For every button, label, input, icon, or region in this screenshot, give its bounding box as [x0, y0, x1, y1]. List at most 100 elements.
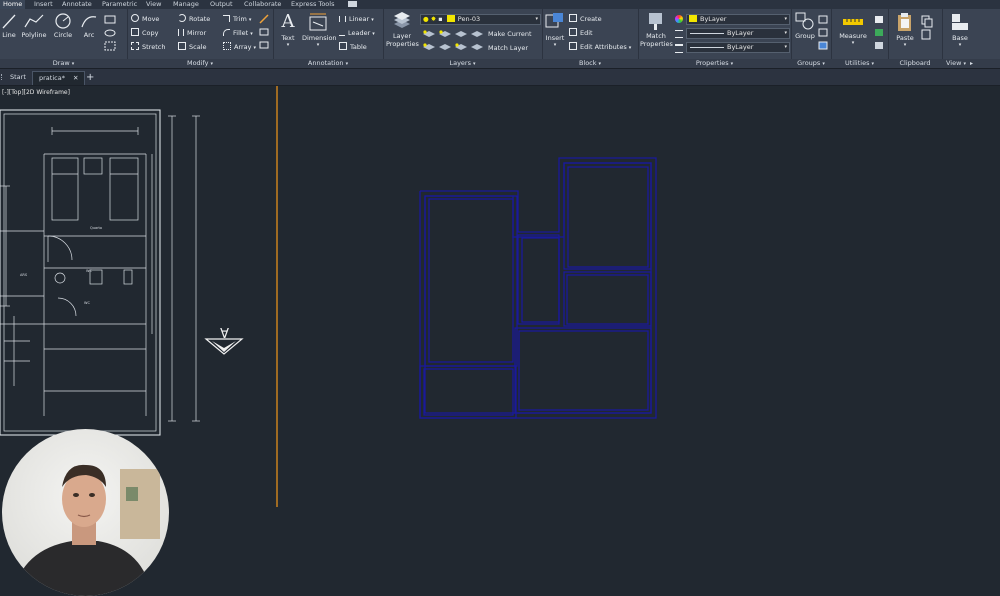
- match-layer-button[interactable]: Match Layer: [488, 43, 528, 53]
- polyline-tool[interactable]: Polyline: [20, 13, 48, 39]
- panel-block: Insert ▾ Create Edit Edit Attributes ▾ Bl…: [542, 9, 639, 68]
- base-view-icon: [952, 14, 968, 30]
- stretch-icon: [131, 42, 139, 50]
- base-view-button[interactable]: Base ▾: [946, 12, 974, 48]
- utilities-extra-icons[interactable]: [874, 15, 885, 51]
- panel-modify: Move Copy Stretch Rotate Mirror Scale Tr…: [127, 9, 274, 68]
- menu-tab-annotate[interactable]: Annotate: [62, 0, 92, 9]
- panel-title-clipboard[interactable]: Clipboard: [888, 59, 942, 68]
- panel-title-view[interactable]: View ▾ ▸: [942, 59, 1000, 68]
- measure-button[interactable]: Measure ▾: [835, 14, 871, 46]
- array-icon: [223, 42, 231, 50]
- tab-pratica[interactable]: pratica* ✕: [32, 71, 86, 85]
- copy-clip-icon[interactable]: [921, 15, 937, 41]
- trim-tool[interactable]: Trim ▾: [223, 14, 251, 24]
- color-wheel-icon: [675, 15, 683, 23]
- menu-tab-home[interactable]: Home: [0, 0, 26, 9]
- panel-title-properties[interactable]: Properties ▾: [638, 59, 791, 68]
- dimension-tool[interactable]: Dimension ▾: [302, 12, 337, 48]
- mirror-tool[interactable]: Mirror: [178, 28, 206, 38]
- chevron-down-icon: ▾: [784, 44, 787, 50]
- menu-bar: Home Insert Annotate Parametric View Man…: [0, 0, 1000, 9]
- ucs-north-arrow-icon: A: [204, 324, 244, 355]
- rectangle-icon[interactable]: [104, 15, 124, 53]
- leader-icon: [339, 30, 345, 36]
- menu-tab-manage[interactable]: Manage: [173, 0, 199, 9]
- move-tool[interactable]: Move: [131, 14, 159, 24]
- array-tool[interactable]: Array ▾: [223, 42, 256, 52]
- arc-tool[interactable]: Arc: [78, 13, 100, 39]
- new-tab-button[interactable]: +: [80, 71, 100, 84]
- line-icon: [2, 14, 16, 29]
- linear-icon: [339, 16, 346, 22]
- reference-floorplan-labels: Quarto WC ARS WC: [20, 226, 102, 305]
- drawing-canvas: Quarto WC ARS WC A: [0, 86, 657, 507]
- menu-tab-parametric[interactable]: Parametric: [102, 0, 137, 9]
- menu-tab-express-tools[interactable]: Express Tools: [291, 0, 334, 9]
- panel-title-block[interactable]: Block ▾: [542, 59, 638, 68]
- svg-text:A: A: [220, 324, 229, 339]
- drawing-viewport[interactable]: [-][Top][2D Wireframe] Quarto WC ARS WC …: [0, 86, 1000, 596]
- circle-tool[interactable]: Circle: [52, 13, 74, 39]
- scale-tool[interactable]: Scale: [178, 42, 207, 52]
- group-tools-icons[interactable]: [818, 15, 829, 51]
- create-block-button[interactable]: Create: [569, 14, 602, 24]
- chevron-down-icon: ▾: [535, 16, 538, 22]
- make-current-button[interactable]: Make Current: [488, 29, 532, 39]
- edit-attributes-button[interactable]: Edit Attributes ▾: [569, 42, 631, 52]
- menu-tab-insert[interactable]: Insert: [34, 0, 53, 9]
- svg-text:WC: WC: [84, 301, 90, 305]
- menu-tab-view[interactable]: View: [146, 0, 161, 9]
- panel-title-groups[interactable]: Groups ▾: [791, 59, 831, 68]
- panel-title-draw[interactable]: Draw ▾: [0, 59, 127, 68]
- svg-text:WC: WC: [86, 269, 92, 273]
- move-icon: [131, 14, 139, 22]
- group-icon: [795, 12, 814, 30]
- layer-tools-icons[interactable]: [421, 28, 487, 52]
- lineweight-dropdown[interactable]: ByLayer ▾: [686, 42, 790, 53]
- edit-block-button[interactable]: Edit: [569, 28, 593, 38]
- panel-clipboard: Paste ▾ Clipboard: [888, 9, 943, 68]
- match-properties-icon: [649, 13, 662, 30]
- panel-utilities: Measure ▾ Utilities ▾: [831, 9, 889, 68]
- circle-icon: [55, 13, 71, 29]
- edit-block-icon: [569, 28, 577, 36]
- leader-tool[interactable]: Leader ▾: [339, 28, 375, 38]
- ribbon-minimize-icon[interactable]: [348, 1, 357, 7]
- panel-title-utilities[interactable]: Utilities ▾: [831, 59, 888, 68]
- match-properties-button[interactable]: Match Properties: [640, 12, 673, 48]
- group-button[interactable]: Group: [793, 12, 817, 40]
- fillet-tool[interactable]: Fillet ▾: [223, 28, 253, 38]
- menu-tab-collaborate[interactable]: Collaborate: [244, 0, 281, 9]
- polyline-icon: [24, 14, 44, 28]
- layer-properties-button[interactable]: Layer Properties: [386, 12, 419, 48]
- panel-groups: Group Groups ▾: [791, 9, 832, 68]
- linear-tool[interactable]: Linear ▾: [339, 14, 374, 24]
- modify-extra-icons[interactable]: [258, 14, 270, 52]
- copy-tool[interactable]: Copy: [131, 28, 159, 38]
- panel-draw: Line Polyline Circle Arc Draw ▾: [0, 9, 128, 68]
- close-tab-icon[interactable]: ✕: [73, 74, 78, 82]
- menu-tab-output[interactable]: Output: [210, 0, 233, 9]
- panel-title-annotation[interactable]: Annotation ▾: [273, 59, 383, 68]
- table-icon: [339, 42, 347, 50]
- stretch-tool[interactable]: Stretch: [131, 42, 165, 52]
- edit-attributes-icon: [569, 42, 577, 50]
- line-tool[interactable]: Line: [1, 13, 17, 39]
- dimension-icon: [309, 13, 327, 31]
- layer-dropdown[interactable]: ● ✸ ▪ Pen-03 ▾: [420, 14, 541, 25]
- mirror-icon: [178, 29, 184, 36]
- insert-button[interactable]: Insert ▾: [544, 12, 566, 48]
- color-dropdown[interactable]: ByLayer ▾: [686, 14, 790, 25]
- text-icon: A: [281, 11, 295, 32]
- text-tool[interactable]: A Text ▾: [277, 11, 299, 49]
- tab-start[interactable]: Start: [4, 71, 32, 84]
- paste-button[interactable]: Paste ▾: [892, 12, 918, 48]
- panel-title-layers[interactable]: Layers ▾: [383, 59, 542, 68]
- panel-title-modify[interactable]: Modify ▾: [127, 59, 273, 68]
- linetype-dropdown[interactable]: ByLayer ▾: [686, 28, 790, 39]
- table-tool[interactable]: Table: [339, 42, 367, 52]
- presenter-image: [2, 429, 169, 596]
- rotate-tool[interactable]: Rotate: [178, 14, 210, 24]
- chevron-down-icon: ▾: [784, 16, 787, 22]
